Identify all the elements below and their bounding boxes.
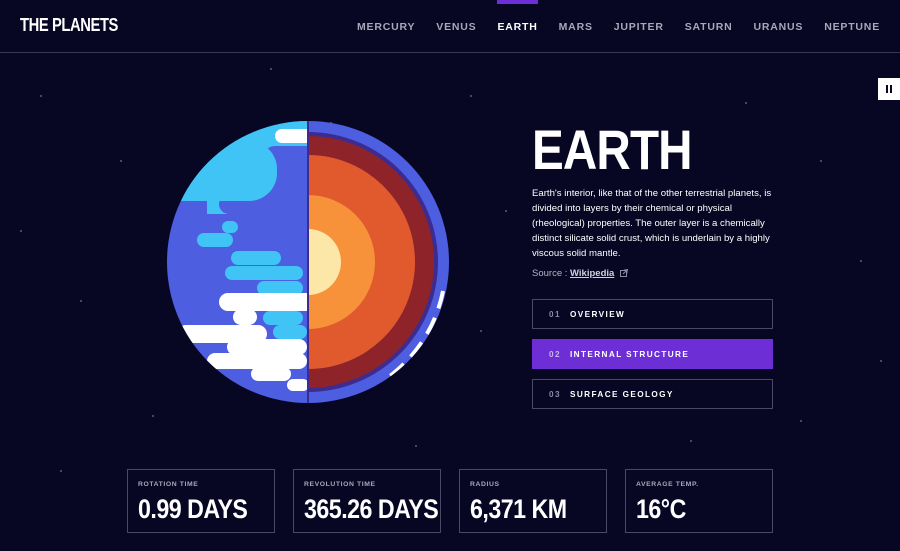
- stat-card-rotation: ROTATION TIME 0.99 DAYS: [127, 469, 275, 533]
- tab-overview[interactable]: 01 OVERVIEW: [532, 299, 773, 329]
- stat-value: 365.26 DAYS: [304, 494, 439, 524]
- nav-item-earth[interactable]: EARTH: [497, 0, 538, 53]
- stat-card-radius: RADIUS 6,371 KM: [459, 469, 607, 533]
- stat-card-revolution: REVOLUTION TIME 365.26 DAYS: [293, 469, 441, 533]
- nav-item-mercury[interactable]: MERCURY: [357, 0, 415, 53]
- stat-label: REVOLUTION TIME: [304, 481, 376, 488]
- stat-label: RADIUS: [470, 481, 500, 488]
- source-link[interactable]: Wikipedia: [570, 268, 614, 279]
- nav-item-venus[interactable]: VENUS: [436, 0, 476, 53]
- stat-label: AVERAGE TEMP.: [636, 481, 699, 488]
- site-header: THE PLANETS MERCURY VENUS EARTH MARS JUP…: [0, 0, 900, 53]
- tab-label: SURFACE GEOLOGY: [570, 389, 674, 399]
- tab-label: OVERVIEW: [570, 309, 626, 319]
- tab-surface-geology[interactable]: 03 SURFACE GEOLOGY: [532, 379, 773, 409]
- source-label: Source :: [532, 268, 568, 279]
- tab-number: 02: [549, 349, 561, 359]
- nav-item-saturn[interactable]: SATURN: [685, 0, 733, 53]
- stat-value: 6,371 KM: [470, 494, 567, 524]
- source-line: Source : Wikipedia: [532, 268, 628, 279]
- stat-value: 16°C: [636, 494, 686, 524]
- nav-item-neptune[interactable]: NEPTUNE: [824, 0, 880, 53]
- external-link-icon[interactable]: [619, 269, 628, 277]
- stat-card-temperature: AVERAGE TEMP. 16°C: [625, 469, 773, 533]
- tab-label: INTERNAL STRUCTURE: [570, 349, 690, 359]
- pause-button[interactable]: [878, 78, 900, 100]
- tab-internal-structure[interactable]: 02 INTERNAL STRUCTURE: [532, 339, 773, 369]
- planet-title: EARTH: [532, 118, 693, 181]
- tab-number: 01: [549, 309, 561, 319]
- site-logo[interactable]: THE PLANETS: [20, 15, 118, 36]
- nav-item-mars[interactable]: MARS: [559, 0, 593, 53]
- planet-description: Earth's interior, like that of the other…: [532, 188, 772, 259]
- nav-item-jupiter[interactable]: JUPITER: [614, 0, 664, 53]
- stat-value: 0.99 DAYS: [138, 494, 248, 524]
- tab-number: 03: [549, 389, 561, 399]
- planet-nav: MERCURY VENUS EARTH MARS JUPITER SATURN …: [357, 0, 880, 53]
- stat-label: ROTATION TIME: [138, 481, 199, 488]
- pause-icon: [886, 85, 888, 93]
- nav-item-uranus[interactable]: URANUS: [754, 0, 804, 53]
- earth-internal-structure-illustration: [167, 121, 449, 403]
